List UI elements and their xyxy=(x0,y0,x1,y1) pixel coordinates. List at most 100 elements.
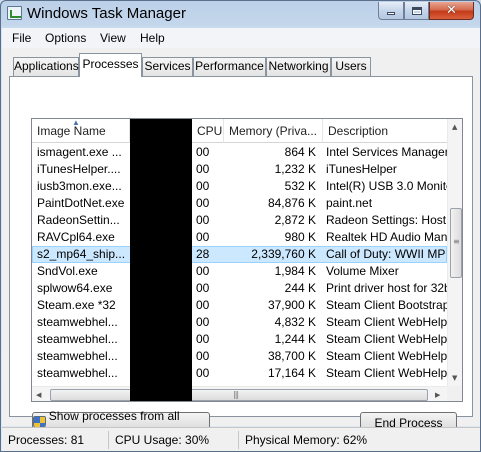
scroll-left-icon[interactable]: ◀ xyxy=(36,391,41,399)
process-name: steamwebhel... xyxy=(37,315,118,329)
process-memory: 1,232 K xyxy=(274,162,316,176)
table-row-selected[interactable]: s2_mp64_ship.... 28 2,339,760 K Call of … xyxy=(32,246,447,263)
table-row[interactable]: steamwebhel... 00 17,164 K Steam Client … xyxy=(32,365,447,382)
table-row[interactable]: ismagent.exe ... 00 864 K Intel Services… xyxy=(32,144,447,161)
process-name: iusb3mon.exe... xyxy=(37,179,122,193)
tab-users[interactable]: Users xyxy=(331,57,371,76)
process-memory: 38,700 K xyxy=(267,349,316,363)
status-physical-memory: Physical Memory: 62% xyxy=(238,431,367,449)
process-description: Intel(R) USB 3.0 Monitor xyxy=(326,179,447,193)
process-cpu: 00 xyxy=(196,162,210,176)
process-description: Steam Client Bootstrappe xyxy=(326,298,447,312)
process-memory: 4,832 K xyxy=(274,315,316,329)
close-button[interactable]: ✕ xyxy=(429,2,474,20)
process-name: ismagent.exe ... xyxy=(37,145,122,159)
process-memory: 37,900 K xyxy=(267,298,316,312)
process-name: steamwebhel... xyxy=(37,349,118,363)
scroll-corner xyxy=(447,386,462,401)
column-cpu[interactable]: CPU xyxy=(192,119,224,143)
horizontal-scrollbar[interactable]: ◀ ||| ▶ xyxy=(32,386,447,401)
status-bar: Processes: 81 CPU Usage: 30% Physical Me… xyxy=(2,427,480,451)
tab-applications[interactable]: Applications xyxy=(13,57,79,76)
menu-view[interactable]: View xyxy=(100,31,126,45)
process-list[interactable]: ▲ Image Name CPU Memory (Priva... Descri… xyxy=(31,118,463,402)
process-cpu: 00 xyxy=(196,145,210,159)
main-content: Applications Processes Services Performa… xyxy=(2,48,480,437)
table-row[interactable]: steamwebhel... 00 1,244 K Steam Client W… xyxy=(32,331,447,348)
table-row[interactable]: PaintDotNet.exe 00 84,876 K paint.net xyxy=(32,195,447,212)
vertical-scrollbar[interactable]: ▲ ≡ ▼ xyxy=(447,119,462,386)
process-description: Intel Services Manager xyxy=(326,145,447,159)
horizontal-scroll-thumb[interactable]: ||| xyxy=(50,389,428,401)
status-cpu-usage: CPU Usage: 30% xyxy=(108,431,209,449)
scroll-right-icon[interactable]: ▶ xyxy=(435,391,440,399)
process-name: RAVCpl64.exe xyxy=(37,230,115,244)
process-name: SndVol.exe xyxy=(37,264,98,278)
process-name: splwow64.exe xyxy=(37,281,113,295)
process-cpu: 00 xyxy=(196,213,210,227)
process-memory: 84,876 K xyxy=(267,196,316,210)
process-memory: 980 K xyxy=(284,230,316,244)
process-memory: 1,244 K xyxy=(274,332,316,346)
vertical-scroll-thumb[interactable]: ≡ xyxy=(450,208,462,278)
task-manager-icon xyxy=(7,6,22,20)
scroll-down-icon[interactable]: ▼ xyxy=(452,374,457,382)
process-cpu: 28 xyxy=(196,247,210,261)
process-description: Steam Client WebHelper xyxy=(326,332,447,346)
column-image-name[interactable]: ▲ Image Name xyxy=(32,119,130,143)
column-description[interactable]: Description xyxy=(323,119,447,143)
title-bar[interactable]: Windows Task Manager ✕ xyxy=(1,1,480,27)
process-description: Realtek HD Audio Manag xyxy=(326,230,447,244)
processes-panel: ▲ Image Name CPU Memory (Priva... Descri… xyxy=(9,76,473,437)
maximize-icon xyxy=(411,6,422,15)
column-memory[interactable]: Memory (Priva... xyxy=(224,119,323,143)
table-row[interactable]: iTunesHelper.... 00 1,232 K iTunesHelper xyxy=(32,161,447,178)
scroll-up-icon[interactable]: ▲ xyxy=(452,123,457,131)
process-description: iTunesHelper xyxy=(326,162,397,176)
menu-file[interactable]: File xyxy=(12,31,31,45)
process-cpu: 00 xyxy=(196,349,210,363)
process-name: RadeonSettin... xyxy=(37,213,120,227)
process-memory: 17,164 K xyxy=(267,366,316,380)
process-cpu: 00 xyxy=(196,230,210,244)
process-name: steamwebhel... xyxy=(37,332,118,346)
tab-performance[interactable]: Performance xyxy=(193,57,266,76)
process-description: Radeon Settings: Host A xyxy=(326,213,447,227)
close-icon: ✕ xyxy=(446,3,457,18)
table-row[interactable]: RAVCpl64.exe 00 980 K Realtek HD Audio M… xyxy=(32,229,447,246)
sort-ascending-icon: ▲ xyxy=(72,119,80,127)
tab-processes[interactable]: Processes xyxy=(79,53,142,77)
menu-help[interactable]: Help xyxy=(140,31,165,45)
table-row[interactable]: splwow64.exe 00 244 K Print driver host … xyxy=(32,280,447,297)
menu-options[interactable]: Options xyxy=(45,31,86,45)
process-memory: 532 K xyxy=(284,179,316,193)
table-row[interactable]: SndVol.exe 00 1,984 K Volume Mixer xyxy=(32,263,447,280)
table-row[interactable]: Steam.exe *32 00 37,900 K Steam Client B… xyxy=(32,297,447,314)
process-description: Volume Mixer xyxy=(326,264,399,278)
process-description: paint.net xyxy=(326,196,373,210)
process-name: steamwebhel... xyxy=(37,366,118,380)
process-memory: 1,984 K xyxy=(274,264,316,278)
process-cpu: 00 xyxy=(196,196,210,210)
tab-networking[interactable]: Networking xyxy=(266,57,331,76)
process-name: Steam.exe *32 xyxy=(37,298,116,312)
grip-icon: ≡ xyxy=(453,237,460,246)
grip-icon: ||| xyxy=(233,390,239,399)
redaction-box xyxy=(130,119,192,401)
process-cpu: 00 xyxy=(196,366,210,380)
table-row[interactable]: steamwebhel... 00 38,700 K Steam Client … xyxy=(32,348,447,365)
tab-services[interactable]: Services xyxy=(142,57,193,76)
process-memory: 864 K xyxy=(284,145,316,159)
minimize-icon xyxy=(387,12,395,15)
process-cpu: 00 xyxy=(196,332,210,346)
task-manager-window: Windows Task Manager ✕ File Options View… xyxy=(0,0,481,452)
minimize-button[interactable] xyxy=(378,2,404,20)
table-row[interactable]: steamwebhel... 00 4,832 K Steam Client W… xyxy=(32,314,447,331)
process-memory: 2,872 K xyxy=(274,213,316,227)
table-row[interactable]: RadeonSettin... 00 2,872 K Radeon Settin… xyxy=(32,212,447,229)
process-memory: 2,339,760 K xyxy=(251,247,316,261)
table-row[interactable]: iusb3mon.exe... 00 532 K Intel(R) USB 3.… xyxy=(32,178,447,195)
process-description: Print driver host for 32bi xyxy=(326,281,447,295)
maximize-button[interactable] xyxy=(404,2,429,20)
process-description: Steam Client WebHelper xyxy=(326,366,447,380)
